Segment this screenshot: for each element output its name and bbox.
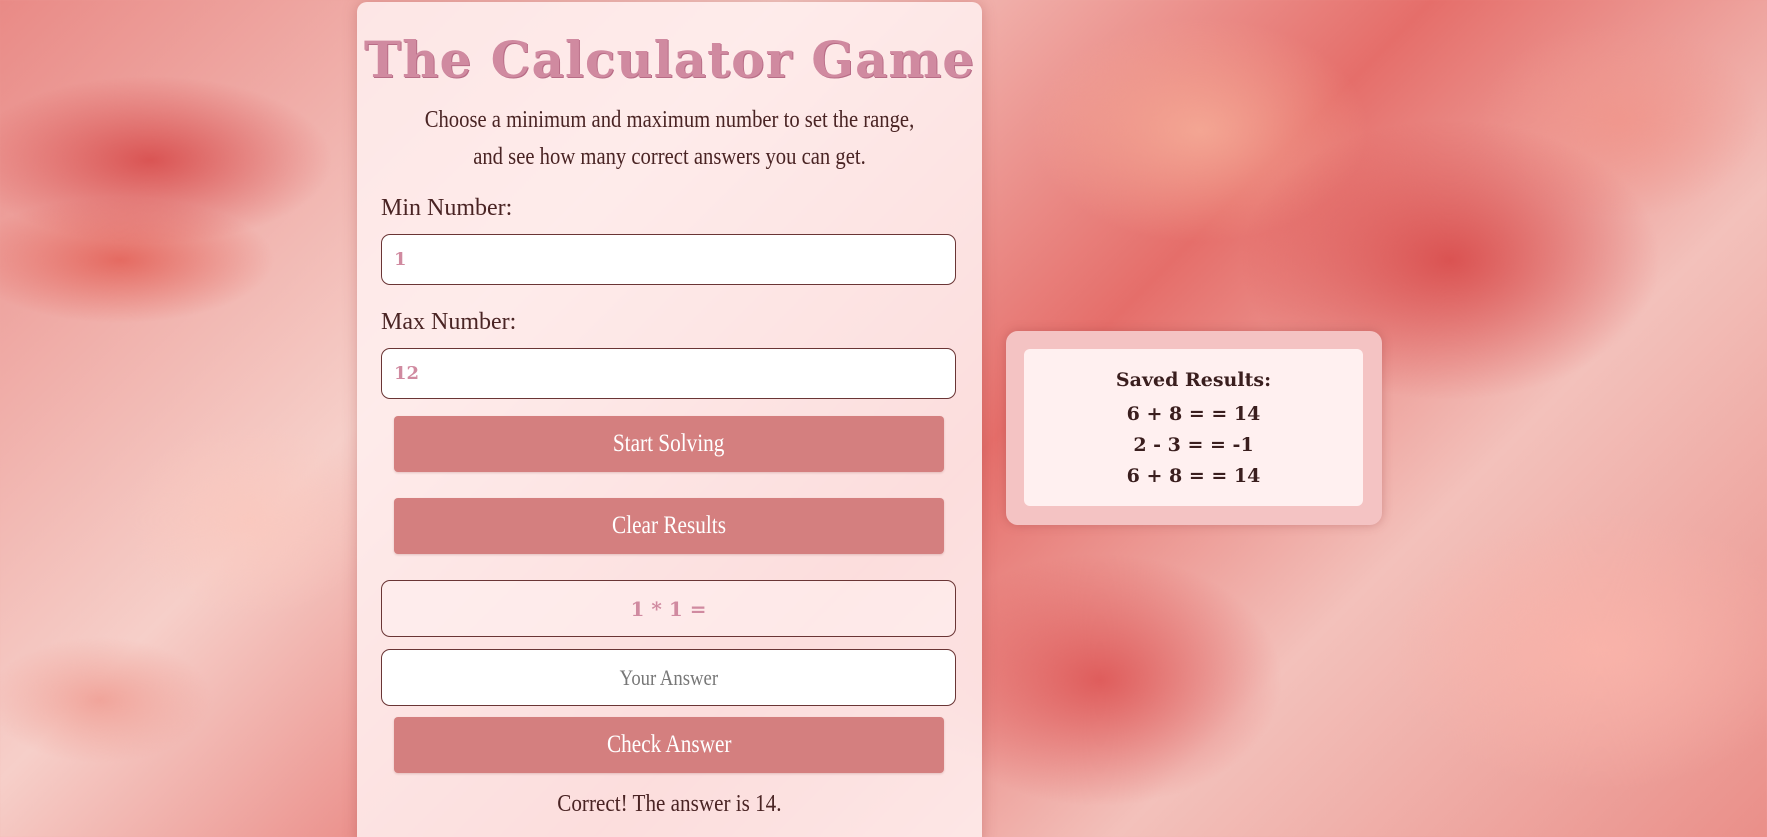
feedback-text: Correct! The answer is 14. <box>557 791 782 817</box>
answer-placeholder: Your Answer <box>619 664 718 690</box>
clear-results-label: Clear Results <box>612 512 726 539</box>
saved-results-list: 6 + 8 = = 14 2 - 3 = = -1 6 + 8 = = 14 <box>1024 399 1363 492</box>
min-number-input[interactable]: 1 <box>381 234 956 285</box>
problem-display: 1 * 1 = <box>381 580 956 637</box>
max-number-input[interactable]: 12 <box>381 348 956 399</box>
instructions-line-1: Choose a minimum and maximum number to s… <box>424 107 915 133</box>
start-solving-label: Start Solving <box>613 430 725 457</box>
clear-results-button[interactable]: Clear Results <box>394 498 944 554</box>
saved-results-box: Saved Results: 6 + 8 = = 14 2 - 3 = = -1… <box>1024 349 1363 506</box>
saved-result-item: 2 - 3 = = -1 <box>1133 434 1254 456</box>
check-answer-label: Check Answer <box>606 731 732 758</box>
saved-results-panel: Saved Results: 6 + 8 = = 14 2 - 3 = = -1… <box>1006 331 1382 525</box>
min-number-label: Min Number: <box>381 195 513 221</box>
feedback-message: Correct! The answer is 14. <box>357 791 982 818</box>
max-number-label: Max Number: <box>381 309 517 335</box>
answer-input[interactable]: Your Answer <box>381 649 956 706</box>
start-solving-button[interactable]: Start Solving <box>394 416 944 472</box>
instructions-line-2: and see how many correct answers you can… <box>473 144 866 170</box>
saved-results-heading: Saved Results: <box>1115 369 1272 391</box>
check-answer-button[interactable]: Check Answer <box>394 717 944 773</box>
saved-result-item: 6 + 8 = = 14 <box>1126 465 1261 487</box>
saved-result-item: 6 + 8 = = 14 <box>1126 403 1261 425</box>
min-number-value: 1 <box>394 249 407 270</box>
calculator-game-card: The Calculator Game Choose a minimum and… <box>357 2 982 837</box>
max-number-value: 12 <box>394 363 420 384</box>
page-title: The Calculator Game <box>363 30 976 89</box>
